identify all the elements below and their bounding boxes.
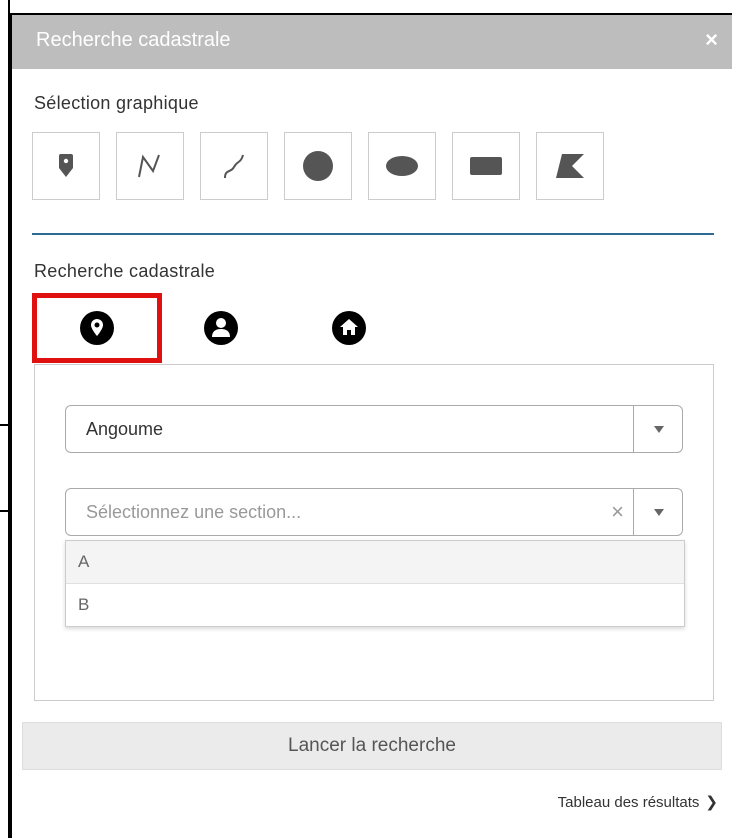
circle-tool-button[interactable] <box>284 132 352 200</box>
list-item[interactable]: B <box>66 584 684 626</box>
section-select[interactable]: Sélectionnez une section... × <box>65 488 683 536</box>
chevron-right-icon: ❯ <box>705 794 718 811</box>
polygon-icon <box>556 154 584 178</box>
panel-title: Recherche cadastrale <box>36 29 231 51</box>
cadastral-search-panel: Recherche cadastrale × Sélection graphiq… <box>10 13 732 838</box>
graphic-tools <box>32 132 604 200</box>
close-icon[interactable]: × <box>705 27 718 53</box>
panel-titlebar: Recherche cadastrale × <box>12 15 732 69</box>
select-separator <box>633 489 634 535</box>
rectangle-tool-button[interactable] <box>452 132 520 200</box>
section-dropdown-list: A B <box>65 540 685 627</box>
owner-icon <box>204 311 238 345</box>
point-icon <box>59 154 73 177</box>
tab-parcel-location[interactable] <box>32 293 162 363</box>
point-tool-button[interactable] <box>32 132 100 200</box>
graphic-selection-label: Sélection graphique <box>34 93 199 113</box>
search-mode-tabs <box>32 293 432 363</box>
section-divider <box>32 233 714 235</box>
tab-owner[interactable] <box>156 293 286 363</box>
circle-icon <box>303 151 333 181</box>
location-icon <box>80 311 114 345</box>
commune-select-value: Angoume <box>86 419 164 439</box>
results-link-label: Tableau des résultats <box>557 794 700 811</box>
search-button[interactable]: Lancer la recherche <box>22 722 722 770</box>
freehand-line-icon <box>224 154 244 179</box>
chevron-down-icon[interactable] <box>654 426 664 433</box>
results-table-link[interactable]: Tableau des résultats ❯ <box>558 793 718 811</box>
commune-select[interactable]: Angoume <box>65 405 683 453</box>
ellipse-tool-button[interactable] <box>368 132 436 200</box>
polyline-tool-button[interactable] <box>116 132 184 200</box>
polyline-icon <box>138 154 160 178</box>
section-select-placeholder: Sélectionnez une section... <box>86 502 302 522</box>
cadastral-search-label: Recherche cadastrale <box>34 261 216 281</box>
polygon-tool-button[interactable] <box>536 132 604 200</box>
chevron-down-icon[interactable] <box>654 509 664 516</box>
clear-icon[interactable]: × <box>611 499 624 525</box>
freehand-line-tool-button[interactable] <box>200 132 268 200</box>
rectangle-icon <box>470 157 502 175</box>
tab-address[interactable] <box>284 293 414 363</box>
select-separator <box>633 406 634 452</box>
list-item[interactable]: A <box>66 541 684 584</box>
search-form: Angoume Sélectionnez une section... × A … <box>34 364 714 701</box>
address-icon <box>332 311 366 345</box>
ellipse-icon <box>386 156 418 176</box>
